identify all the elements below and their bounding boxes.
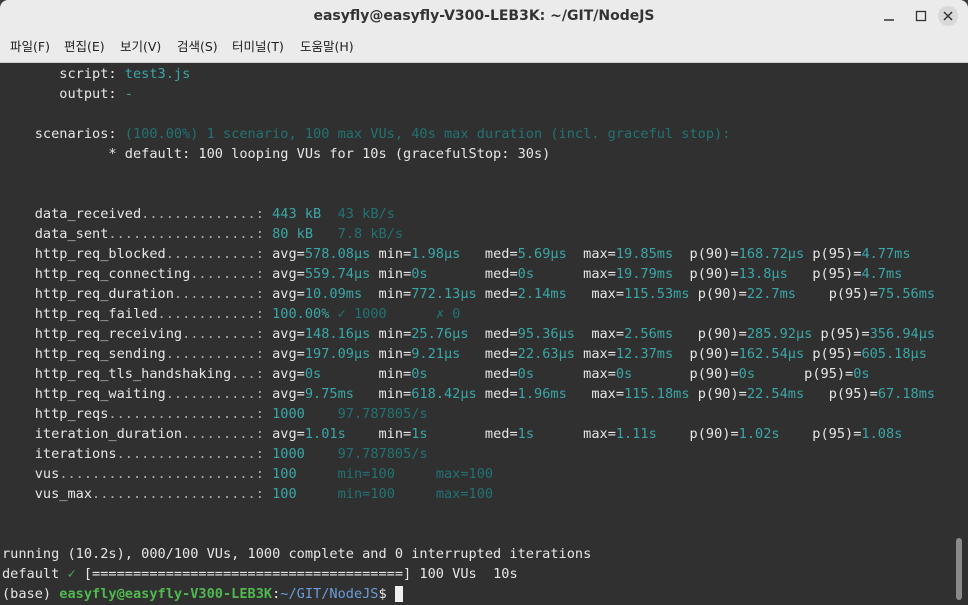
- metric-iterations: iterations.................: 1000 97.787…: [34, 446, 428, 462]
- metric-http-req-receiving: http_req_receiving.........: avg=148.16µ…: [34, 326, 936, 342]
- running-status-line: running (10.2s), 000/100 VUs, 1000 compl…: [2, 546, 592, 562]
- progress-line: default ✓ [=============================…: [2, 566, 518, 582]
- scenario-default-line: * default: 100 looping VUs for 10s (grac…: [108, 146, 551, 162]
- metric-iteration-duration: iteration_duration.........: avg=1.01s m…: [34, 426, 903, 442]
- metric-http-req-connecting: http_req_connecting........: avg=559.74µ…: [34, 266, 903, 282]
- scrollbar[interactable]: [956, 538, 962, 600]
- metric-vus: vus........................: 100 min=100…: [34, 466, 494, 482]
- metric-http-req-failed: http_req_failed............: 100.00% ✓ 1…: [34, 306, 461, 322]
- metric-data-received: data_received..............: 443 kB 43 k…: [34, 206, 395, 222]
- shell-prompt[interactable]: (base) easyfly@easyfly-V300-LEB3K:~/GIT/…: [2, 584, 403, 604]
- metric-http-reqs: http_reqs..................: 1000 97.787…: [34, 406, 428, 422]
- menu-terminal[interactable]: 터미널(T): [232, 32, 284, 62]
- menu-file[interactable]: 파일(F): [10, 32, 50, 62]
- terminal-window: easyfly@easyfly-V300-LEB3K: ~/GIT/NodeJS…: [0, 0, 968, 605]
- text-cursor: [394, 586, 403, 602]
- metric-data-sent: data_sent..................: 80 kB 7.8 k…: [34, 226, 404, 242]
- title-bar: easyfly@easyfly-V300-LEB3K: ~/GIT/NodeJS: [0, 0, 968, 32]
- metric-http-req-waiting: http_req_waiting...........: avg=9.75ms …: [34, 386, 936, 402]
- menu-search[interactable]: 검색(S): [177, 32, 218, 62]
- script-line: script: test3.js: [59, 66, 191, 82]
- metric-http-req-tls-handshaking: http_req_tls_handshaking...: avg=0s min=…: [34, 366, 870, 382]
- close-icon[interactable]: [938, 6, 958, 26]
- menu-view[interactable]: 보기(V): [120, 32, 161, 62]
- terminal-output[interactable]: script: test3.js output: - scenarios: (1…: [0, 63, 968, 605]
- metric-vus-max: vus_max....................: 100 min=100…: [34, 486, 494, 502]
- scenarios-line: scenarios: (100.00%) 1 scenario, 100 max…: [34, 126, 731, 142]
- progress-bar: [======================================]: [83, 566, 412, 582]
- metric-http-req-blocked: http_req_blocked...........: avg=578.08µ…: [34, 246, 911, 262]
- metric-http-req-duration: http_req_duration..........: avg=10.09ms…: [34, 286, 936, 302]
- window-title: easyfly@easyfly-V300-LEB3K: ~/GIT/NodeJS: [313, 8, 655, 24]
- metric-http-req-sending: http_req_sending...........: avg=197.09µ…: [34, 346, 927, 362]
- minimize-icon[interactable]: [880, 7, 898, 25]
- check-icon: ✓: [67, 566, 76, 582]
- output-line: output: -: [59, 86, 133, 102]
- menu-help[interactable]: 도움말(H): [300, 32, 354, 62]
- maximize-icon[interactable]: [912, 7, 930, 25]
- menu-edit[interactable]: 편집(E): [64, 32, 105, 62]
- menu-bar: 파일(F) 편집(E) 보기(V) 검색(S) 터미널(T) 도움말(H): [0, 32, 968, 63]
